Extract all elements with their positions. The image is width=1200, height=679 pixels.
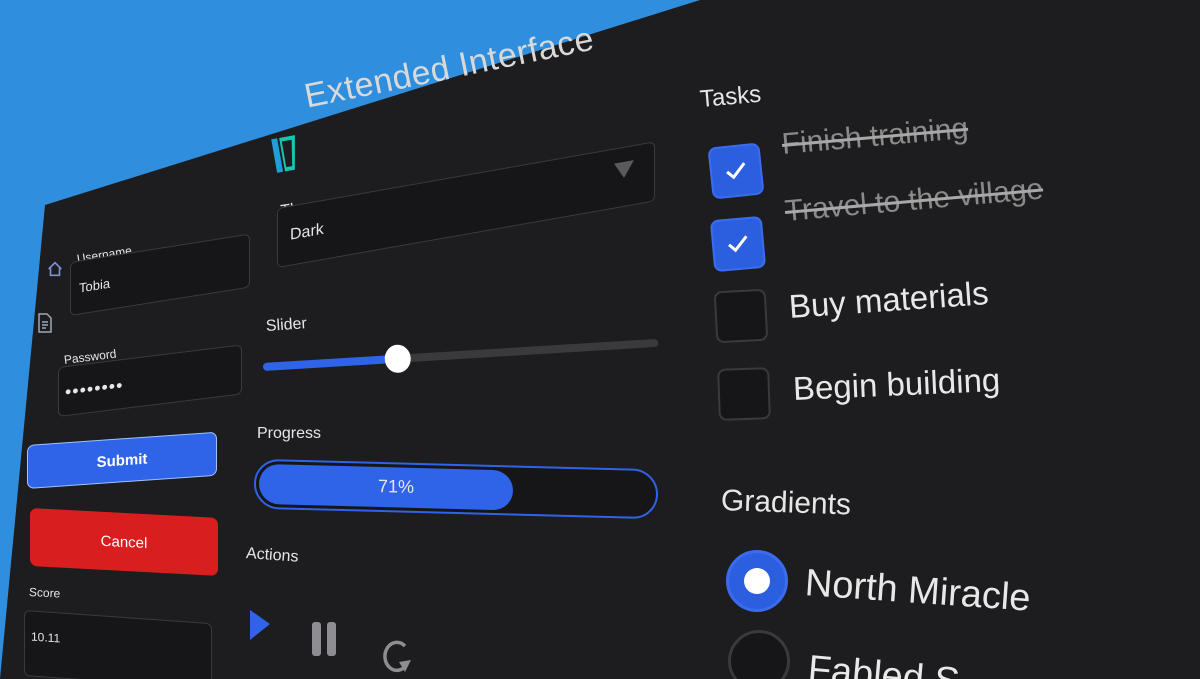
document-icon[interactable] <box>37 313 53 333</box>
task-checkbox-2[interactable] <box>709 215 767 273</box>
chevron-down-icon <box>614 160 634 178</box>
slider-fill <box>262 354 398 371</box>
score-label: Score <box>28 585 61 601</box>
restart-icon[interactable] <box>383 636 415 676</box>
progress-bar: 71% <box>254 458 658 520</box>
checkmark-icon <box>726 162 746 180</box>
slider-label: Slider <box>265 315 308 335</box>
password-value: •••••••• <box>65 374 124 403</box>
progress-label: Progress <box>257 425 322 442</box>
username-value: Tobia <box>79 275 111 296</box>
slider-thumb[interactable] <box>383 344 412 374</box>
gradient-radio-1[interactable] <box>726 550 788 612</box>
score-field[interactable]: 10.11 <box>24 610 212 679</box>
submit-label: Submit <box>96 450 148 471</box>
actions-label: Actions <box>245 545 299 566</box>
theme-value: Dark <box>290 220 324 244</box>
task-checkbox-1[interactable] <box>707 142 765 200</box>
task-checkbox-3[interactable] <box>713 288 769 344</box>
scene: Extended Interface Username Tobia Passwo… <box>0 0 1200 679</box>
cancel-label: Cancel <box>100 532 148 552</box>
tasks-heading: Tasks <box>698 80 763 113</box>
cancel-button[interactable]: Cancel <box>30 508 218 576</box>
score-value: 10.11 <box>31 629 61 646</box>
pause-icon[interactable] <box>310 620 338 658</box>
gradients-heading: Gradients <box>720 484 852 522</box>
home-icon[interactable] <box>46 260 64 278</box>
task-checkbox-4[interactable] <box>717 367 771 421</box>
play-icon[interactable] <box>248 608 272 642</box>
checkmark-icon <box>728 235 748 253</box>
